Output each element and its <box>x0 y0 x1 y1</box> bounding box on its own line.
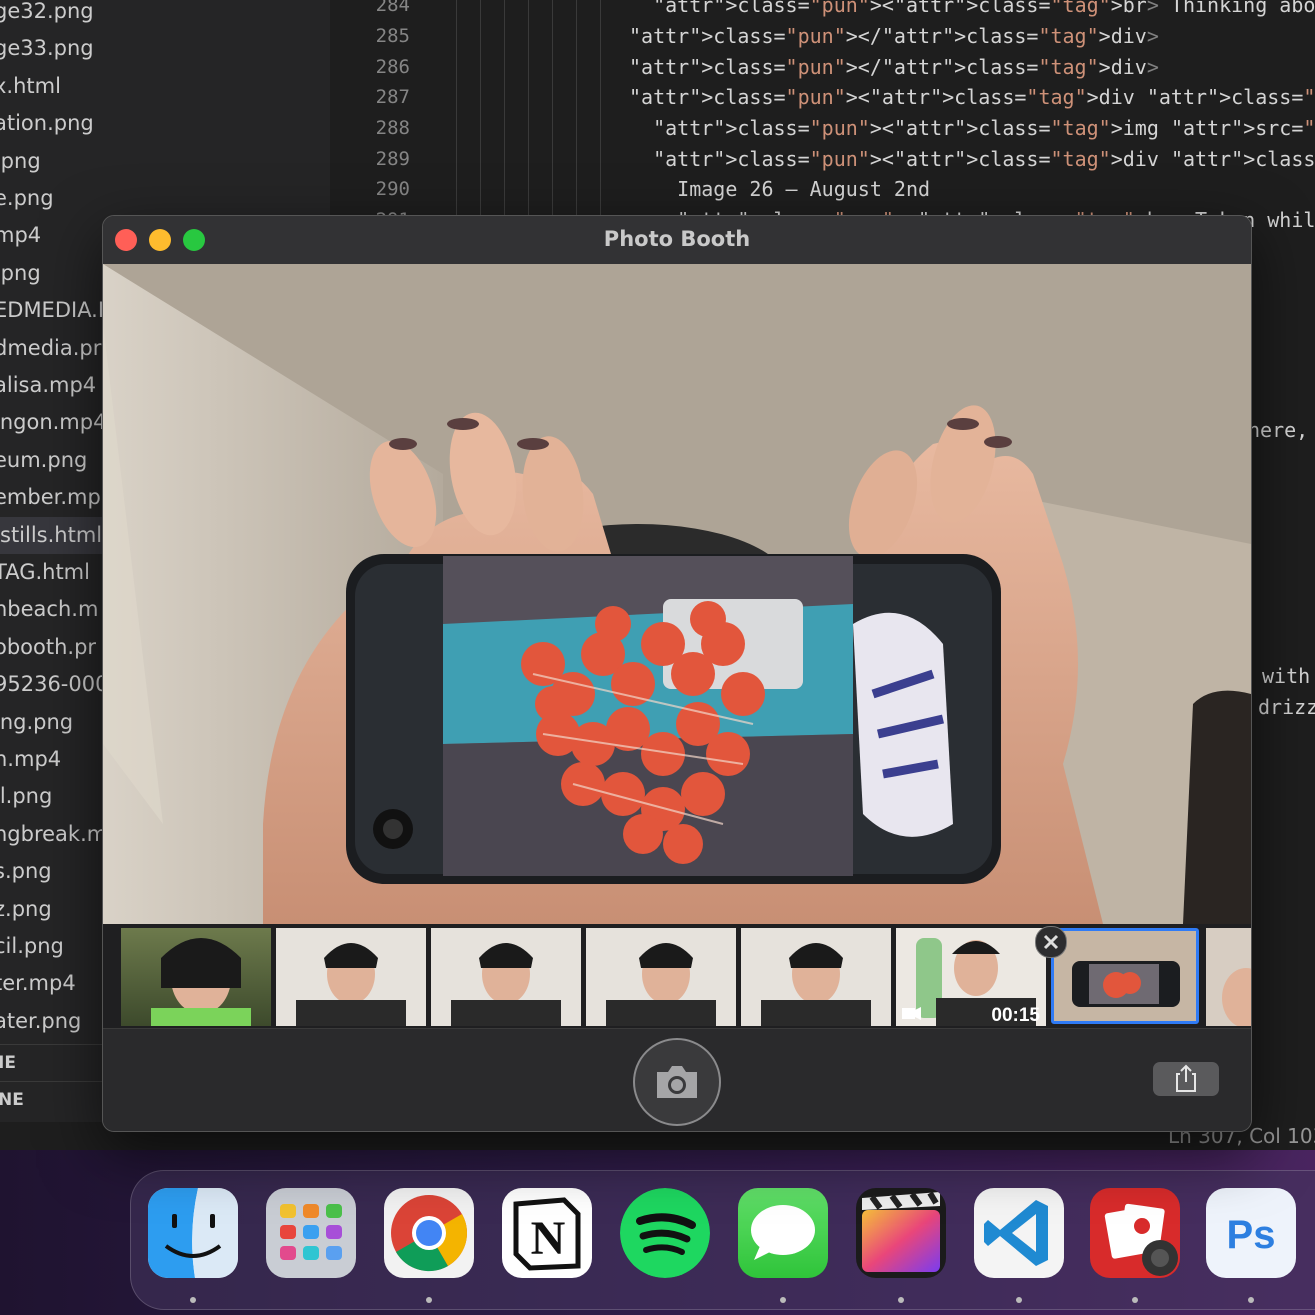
camera-icon <box>657 1066 697 1098</box>
explorer-file[interactable]: nbeach.m <box>0 591 98 628</box>
line-number: 286 <box>375 56 410 78</box>
code-fragment: drizz <box>1258 695 1315 719</box>
title-bar[interactable]: Photo Booth <box>103 216 1251 265</box>
line-number: 290 <box>375 178 410 200</box>
line-number: 288 <box>375 117 410 139</box>
explorer-file[interactable]: e.png <box>0 180 54 217</box>
thumbnail[interactable] <box>276 928 426 1026</box>
photoshop-label: Ps <box>1227 1213 1276 1257</box>
explorer-file[interactable]: ngbreak.m <box>0 816 107 853</box>
line-number: 287 <box>375 86 410 108</box>
launchpad-icon[interactable] <box>266 1188 356 1278</box>
thumbnail[interactable] <box>741 928 891 1026</box>
code-line[interactable]: "attr">class="pun"></"attr">class="tag">… <box>629 55 1159 79</box>
thumbnail-strip[interactable]: 00:15 <box>103 924 1251 1028</box>
take-photo-button[interactable] <box>633 1038 721 1126</box>
running-indicator <box>1016 1297 1022 1303</box>
explorer-file[interactable]: EDMEDIA.I <box>0 292 104 329</box>
code-line[interactable]: "attr">class="pun"><"attr">class="tag">d… <box>629 147 1315 171</box>
line-number: 285 <box>375 25 410 47</box>
code-line[interactable]: "attr">class="pun"><"attr">class="tag">b… <box>629 0 1315 17</box>
chrome-icon[interactable] <box>384 1188 474 1278</box>
explorer-file[interactable]: .png <box>0 143 41 180</box>
explorer-file[interactable]: TAG.html <box>0 554 90 591</box>
code-fragment: with <box>1262 664 1311 688</box>
share-icon <box>1176 1064 1196 1092</box>
finder-icon[interactable] <box>148 1188 238 1278</box>
window-title: Photo Booth <box>603 227 751 251</box>
running-indicator <box>426 1297 432 1303</box>
photo-booth-icon[interactable] <box>1090 1188 1180 1278</box>
explorer-file[interactable]: x.html <box>0 68 61 105</box>
code-line[interactable]: "attr">class="pun"></"attr">class="tag">… <box>629 24 1159 48</box>
video-duration: 00:15 <box>991 1005 1040 1026</box>
delete-thumbnail-icon[interactable] <box>1035 926 1067 958</box>
running-indicator <box>190 1297 196 1303</box>
notion-icon[interactable]: N <box>502 1188 592 1278</box>
explorer-file[interactable]: cil.png <box>0 928 64 965</box>
control-bar <box>103 1028 1251 1131</box>
explorer-file[interactable]: mp4 <box>0 217 41 254</box>
code-line[interactable]: "attr">class="pun"><"attr">class="tag">i… <box>629 116 1315 140</box>
explorer-file[interactable]: n.mp4 <box>0 741 61 778</box>
final-cut-pro-icon[interactable] <box>856 1188 946 1278</box>
explorer-file[interactable]: 95236-000 <box>0 666 108 703</box>
line-number: 284 <box>375 0 410 16</box>
explorer-file[interactable]: ingon.mp4 <box>0 404 106 441</box>
thumbnail-selected[interactable] <box>1051 928 1199 1024</box>
explorer-file[interactable]: ember.mp3 <box>0 479 114 516</box>
explorer-file[interactable]: ation.png <box>0 105 94 142</box>
explorer-file[interactable]: ll.png <box>0 778 52 815</box>
explorer-file[interactable]: ge33.png <box>0 30 94 67</box>
code-line[interactable]: "attr">class="pun"><"attr">class="tag">d… <box>629 85 1315 109</box>
vscode-icon[interactable] <box>974 1188 1064 1278</box>
explorer-file[interactable]: obooth.pr <box>0 629 96 666</box>
explorer-file[interactable]: dmedia.pr <box>0 330 101 367</box>
thumbnail-video[interactable]: 00:15 <box>896 928 1046 1026</box>
video-camera-icon <box>902 1008 915 1019</box>
explorer-file[interactable]: eum.png <box>0 442 87 479</box>
photo-booth-window: Photo Booth 00:15 <box>102 215 1252 1132</box>
messages-icon[interactable] <box>738 1188 828 1278</box>
running-indicator <box>898 1297 904 1303</box>
thumbnail[interactable] <box>121 928 271 1026</box>
photoshop-icon[interactable]: Ps <box>1206 1188 1296 1278</box>
running-indicator <box>1132 1297 1138 1303</box>
line-number: 289 <box>375 148 410 170</box>
code-fragment: here, <box>1248 418 1309 442</box>
explorer-file[interactable]: .png <box>0 255 41 292</box>
notion-letter: N <box>531 1212 566 1265</box>
explorer-file[interactable]: z.png <box>0 891 52 928</box>
explorer-file[interactable]: ater.png <box>0 1003 81 1040</box>
thumbnail[interactable] <box>1206 928 1251 1026</box>
explorer-file[interactable]: ter.mp4 <box>0 965 76 1002</box>
thumbnail[interactable] <box>431 928 581 1026</box>
explorer-file[interactable]: alisa.mp4 <box>0 367 96 404</box>
share-button[interactable] <box>1153 1062 1219 1096</box>
spotify-icon[interactable] <box>620 1188 710 1278</box>
running-indicator <box>1248 1297 1254 1303</box>
explorer-file[interactable]: ing.png <box>0 704 73 741</box>
code-line[interactable]: Image 26 – August 2nd <box>629 177 930 201</box>
explorer-file[interactable]: s.png <box>0 853 52 890</box>
explorer-file[interactable]: ge32.png <box>0 0 94 30</box>
camera-preview <box>103 264 1251 924</box>
running-indicator <box>780 1297 786 1303</box>
thumbnail[interactable] <box>586 928 736 1026</box>
